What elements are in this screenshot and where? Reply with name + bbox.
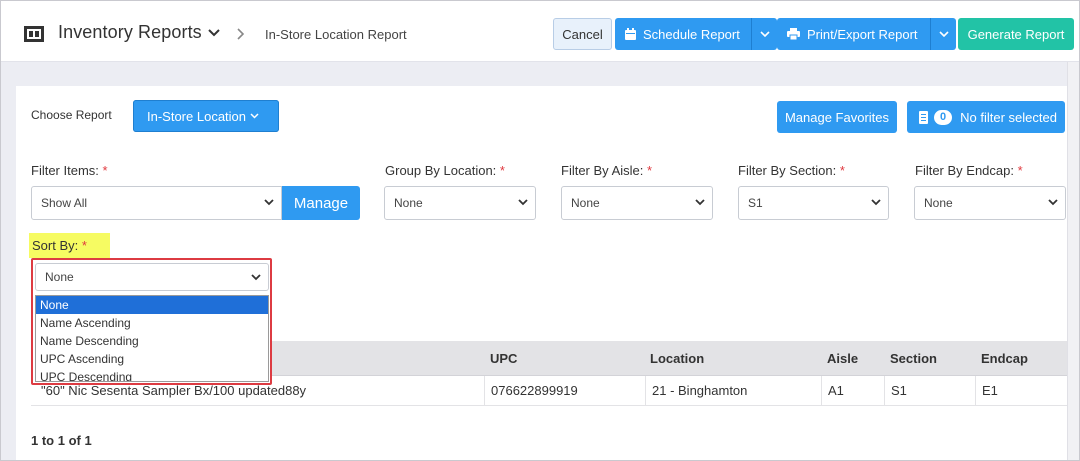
filter-status-label: No filter selected [960, 109, 1057, 125]
filter-aisle-value: None [571, 196, 600, 210]
app-header: Inventory Reports In-Store Location Repo… [0, 0, 1080, 62]
group-location-value: None [394, 196, 423, 210]
chevron-down-icon [695, 199, 705, 206]
chevron-down-icon [251, 274, 261, 281]
cell-aisle: A1 [821, 376, 884, 406]
filter-items-select[interactable]: Show All [31, 186, 282, 220]
required-mark: * [839, 163, 845, 178]
app-title[interactable]: Inventory Reports [58, 22, 202, 43]
filter-endcap-label-text: Filter By Endcap: [915, 163, 1014, 178]
filter-section-value: S1 [748, 196, 763, 210]
column-upc[interactable]: UPC [490, 351, 517, 366]
schedule-report-caret[interactable] [751, 18, 777, 50]
cell-location: 21 - Binghamton [645, 376, 821, 406]
filter-endcap-value: None [924, 196, 953, 210]
manage-favorites-label: Manage Favorites [784, 109, 890, 125]
print-export-button[interactable]: Print/Export Report [777, 18, 956, 50]
filter-endcap-label: Filter By Endcap: * [915, 163, 1023, 178]
sort-by-label: Sort By: * [29, 233, 110, 258]
chevron-down-icon [759, 31, 770, 37]
sort-option-name-desc[interactable]: Name Descending [36, 332, 268, 350]
manage-favorites-button[interactable]: Manage Favorites [777, 101, 897, 133]
filter-endcap-select[interactable]: None [914, 186, 1066, 220]
choose-report-label: Choose Report [31, 108, 112, 122]
sort-by-value: None [45, 270, 74, 284]
print-export-caret[interactable] [930, 18, 956, 50]
chevron-down-icon [250, 113, 259, 119]
filter-aisle-label-text: Filter By Aisle: [561, 163, 644, 178]
schedule-report-button[interactable]: Schedule Report [615, 18, 777, 50]
report-dropdown-label: In-Store Location [147, 108, 247, 124]
chevron-down-icon [1048, 199, 1058, 206]
cell-endcap: E1 [975, 376, 1080, 406]
chevron-down-icon [871, 199, 881, 206]
inventory-icon [24, 26, 44, 42]
group-location-label: Group By Location: * [385, 163, 505, 178]
column-endcap[interactable]: Endcap [981, 351, 1028, 366]
chevron-down-icon [518, 199, 528, 206]
sort-by-options: None Name Ascending Name Descending UPC … [35, 295, 269, 382]
column-aisle[interactable]: Aisle [827, 351, 858, 366]
filter-section-label-text: Filter By Section: [738, 163, 837, 178]
sort-option-none[interactable]: None [36, 296, 268, 314]
sort-option-name-asc[interactable]: Name Ascending [36, 314, 268, 332]
vertical-scrollbar[interactable] [1067, 62, 1080, 461]
filter-count-badge: 0 [934, 109, 953, 125]
print-export-main[interactable]: Print/Export Report [777, 18, 930, 50]
print-export-label: Print/Export Report [807, 26, 918, 42]
generate-report-label: Generate Report [967, 26, 1065, 42]
filter-section-label: Filter By Section: * [738, 163, 845, 178]
generate-report-button[interactable]: Generate Report [958, 18, 1074, 50]
filter-items-label-text: Filter Items: [31, 163, 99, 178]
filter-list-icon [919, 110, 928, 124]
filter-aisle-label: Filter By Aisle: * [561, 163, 652, 178]
printer-icon [787, 28, 800, 40]
column-location[interactable]: Location [650, 351, 704, 366]
required-mark: * [102, 163, 108, 178]
filter-items-value: Show All [41, 196, 88, 210]
required-mark: * [81, 238, 87, 253]
required-mark: * [499, 163, 505, 178]
calendar-icon [625, 28, 636, 40]
sort-option-upc-desc[interactable]: UPC Descending [36, 368, 268, 381]
chevron-down-icon [264, 199, 274, 206]
filter-aisle-select[interactable]: None [561, 186, 713, 220]
column-section[interactable]: Section [890, 351, 937, 366]
required-mark: * [646, 163, 653, 178]
cell-upc: 076622899919 [484, 376, 645, 406]
chevron-down-icon[interactable] [208, 29, 220, 37]
chevron-right-icon [237, 28, 245, 40]
sort-by-select[interactable]: None [35, 263, 269, 291]
breadcrumb: In-Store Location Report [265, 27, 407, 42]
sort-by-label-text: Sort By: [32, 238, 79, 253]
filter-items-label: Filter Items: * [31, 163, 108, 178]
sort-option-upc-asc[interactable]: UPC Ascending [36, 350, 268, 368]
schedule-report-main[interactable]: Schedule Report [615, 18, 751, 50]
cancel-label: Cancel [562, 26, 603, 42]
report-dropdown[interactable]: In-Store Location [133, 100, 279, 132]
cell-section: S1 [884, 376, 975, 406]
chevron-down-icon [938, 31, 949, 37]
manage-items-label: Manage [293, 194, 349, 212]
required-mark: * [1017, 163, 1023, 178]
pagination-summary: 1 to 1 of 1 [31, 433, 92, 448]
group-location-select[interactable]: None [384, 186, 536, 220]
filter-section-select[interactable]: S1 [738, 186, 889, 220]
filter-status-button[interactable]: 0 No filter selected [907, 101, 1065, 133]
cancel-button[interactable]: Cancel [553, 18, 612, 50]
group-location-label-text: Group By Location: [385, 163, 497, 178]
manage-items-button[interactable]: Manage [282, 186, 360, 220]
schedule-report-label: Schedule Report [643, 26, 740, 42]
